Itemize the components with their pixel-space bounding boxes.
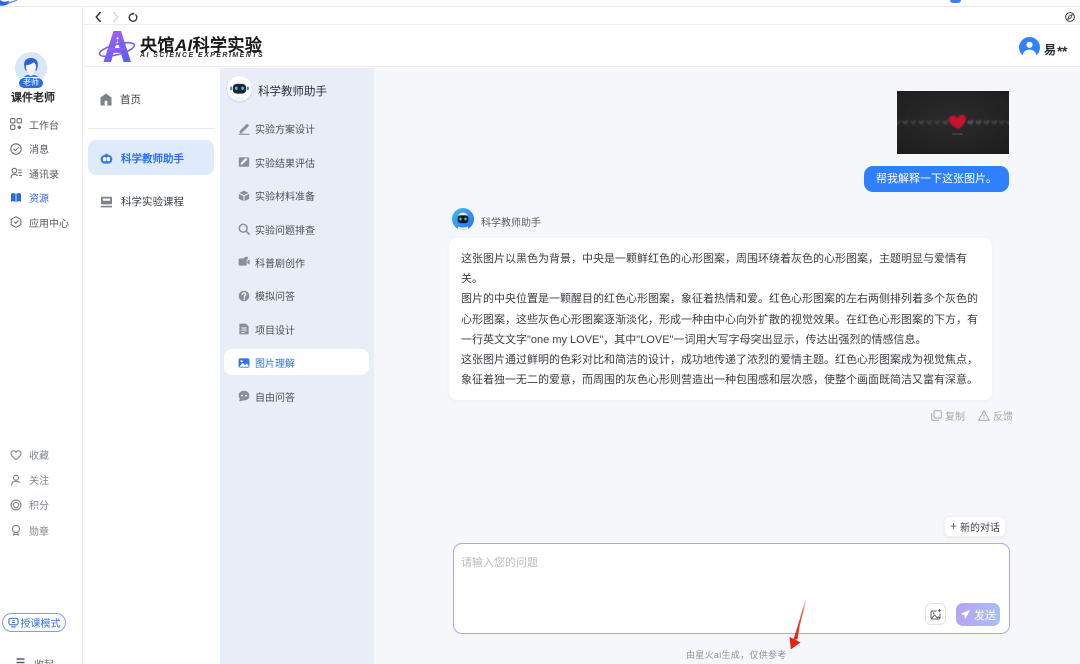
svg-text:YOU&ME: YOU&ME: [951, 132, 963, 136]
